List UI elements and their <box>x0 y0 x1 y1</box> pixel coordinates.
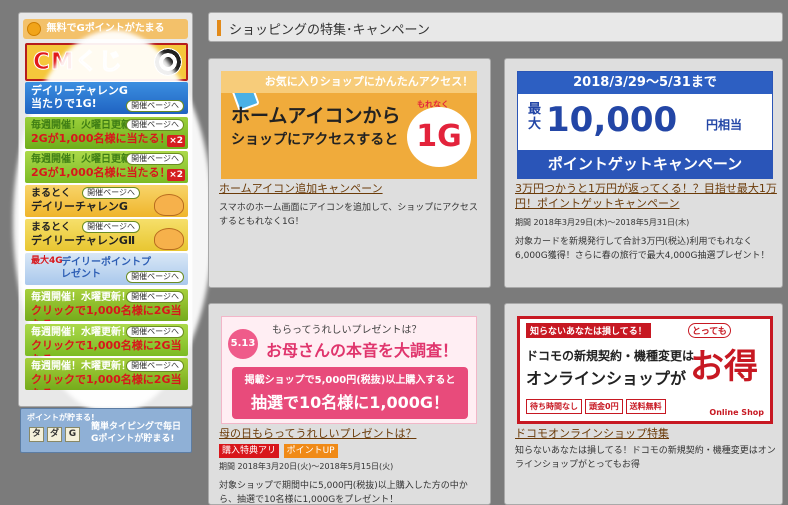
campaign-link[interactable]: ホームアイコン追加キャンペーン <box>219 181 481 196</box>
banner-campaign: ポイントゲットキャンペーン <box>518 150 772 178</box>
chip-free-shipping: 送料無料 <box>625 399 666 414</box>
campaign-card-home-icon: お気に入りショップにかんたんアクセス！ ホームアイコンから ショップにアクセスす… <box>208 58 491 288</box>
event-page-link[interactable]: 開催ページへ <box>126 326 184 338</box>
sidebar-item-tuesday-2g[interactable]: 毎週開催！火曜日更新 2Gが1,000名様に当たる！ 開催ページへ ×2 <box>25 117 188 149</box>
item-line2: デイリーチャレンGⅡ <box>31 234 136 247</box>
tag-purchase-bonus: 購入特典アリ <box>219 444 280 458</box>
item-line2: 2Gが1,000名様に当たる！ <box>31 132 171 145</box>
item-line1: 毎週開催！火曜日更新 <box>31 120 131 131</box>
campaign-tags: 購入特典アリ ポイントUP <box>219 444 481 458</box>
mascot-icon <box>154 228 184 250</box>
campaign-link[interactable]: ドコモオンラインショップ特集 <box>515 426 777 441</box>
campaign-period: 期間 2018年3月20日(火)〜2018年5月15日(火) <box>219 462 394 471</box>
docomo-banner[interactable]: 知らないあなたは損してる！ とっても ドコモの新規契約・機種変更は オンラインシ… <box>517 316 773 424</box>
banner-date: 5.13 <box>228 329 258 359</box>
tag-point-up: ポイントUP <box>283 444 338 458</box>
sidebar-item-marutoku[interactable]: まるとく デイリーチャレンG 開催ページへ <box>25 185 188 217</box>
event-page-link[interactable]: 開催ページへ <box>126 271 184 283</box>
point-get-banner[interactable]: 2018/3/29〜5/31まで 最大 10,000 円相当 ポイントゲットキャ… <box>517 71 773 179</box>
banner-online-shop-logo: Online Shop <box>709 408 764 417</box>
event-page-link[interactable]: 開催ページへ <box>82 187 140 199</box>
accent-bar <box>217 20 221 36</box>
banner-headline: お母さんの本音を大調査！ <box>266 341 459 360</box>
sidebar-item-wednesday-a[interactable]: 毎週開催！水曜更新！ クリックで1,000名様に2G当たる 開催ページへ <box>25 289 188 321</box>
item-line1: 毎週開催！水曜更新！ <box>31 292 131 303</box>
event-page-link[interactable]: 開催ページへ <box>126 360 184 372</box>
key-g: G <box>65 427 80 442</box>
banner-amount: 10,000 <box>546 100 678 140</box>
campaign-link[interactable]: 3万円つかうと1万円が返ってくる！？目指せ最大1万円！ポイントゲットキャンペーン <box>515 181 777 211</box>
typing-keys: タ ダ G <box>29 427 80 442</box>
typing-top-label: ポイントが貯まる! <box>27 413 95 422</box>
key-da: ダ <box>47 427 62 442</box>
banner-main-line2: ショップにアクセスすると <box>231 132 399 148</box>
campaign-desc: 知らないあなたは損してる！ドコモの新規契約・機種変更はオンラインショップがとって… <box>515 446 776 470</box>
banner-main-line1: ホームアイコンから <box>231 105 401 127</box>
banner-max: 最大 <box>528 102 542 132</box>
section-title: ショッピングの特集･キャンペーン <box>229 23 430 38</box>
typing-text: 簡単タイピングで毎日Gポイントが貯まる! <box>91 422 182 444</box>
coin-icon <box>27 22 41 36</box>
banner-condition: 掲載ショップで5,000円(税抜)以上購入すると <box>244 375 456 386</box>
banner-tottemo: とっても <box>688 323 731 338</box>
banner-tagline: 知らないあなたは損してる！ <box>526 323 651 338</box>
section-header: ショッピングの特集･キャンペーン <box>208 12 783 42</box>
campaign-desc: 対象ショップで期間中に5,000円(税抜)以上購入した方の中から、抽選で10名様… <box>219 481 468 505</box>
item-line2: 当たりで1G! <box>31 97 97 110</box>
campaign-link[interactable]: 母の日もらってうれしいプレゼントは？ <box>219 426 481 441</box>
item-line2: 2Gが1,000名様に当たる！ <box>31 166 171 179</box>
banner-unit: 円相当 <box>706 118 743 132</box>
home-icon-banner[interactable]: お気に入りショップにかんたんアクセス！ ホームアイコンから ショップにアクセスす… <box>221 71 477 179</box>
sidebar-item-marutoku-2[interactable]: まるとく デイリーチャレンGⅡ 開催ページへ <box>25 219 188 251</box>
campaign-card-point-get: 2018/3/29〜5/31まで 最大 10,000 円相当 ポイントゲットキャ… <box>504 58 783 288</box>
campaign-period: 期間 2018年3月29日(木)〜2018年5月31日(木) <box>515 218 690 227</box>
banner-line1: ドコモの新規契約・機種変更は <box>526 349 695 363</box>
sidebar-item-daily-point[interactable]: 最大4G デイリーポイントプレゼント 開催ページへ <box>25 253 188 285</box>
banner-amount-area: 最大 10,000 円相当 <box>528 98 764 146</box>
banner-topline: お気に入りショップにかんたんアクセス！ <box>221 71 477 93</box>
item-line1: 毎週開催！木曜更新！ <box>31 361 131 372</box>
mascot-icon <box>154 194 184 216</box>
event-page-link[interactable]: 開催ページへ <box>82 221 140 233</box>
item-line2: クリックで1,000名様に2G当たる <box>31 304 182 321</box>
chip-zero-down: 頭金0円 <box>585 399 623 414</box>
banner-1g: 1G <box>407 107 471 167</box>
typing-banner[interactable]: ポイントが貯まる! タ ダ G 簡単タイピングで毎日Gポイントが貯まる! <box>20 408 192 453</box>
item-line1: 毎週開催！火曜日更新 <box>31 154 131 165</box>
sidebar-item-wednesday-b[interactable]: 毎週開催！水曜更新！ クリックで1,000名様に2G当たる 開催ページへ <box>25 324 188 356</box>
item-line2: クリックで1,000名様に2G当たる <box>31 339 182 356</box>
banner-prize: 抽選で10名様に1,000G！ <box>250 393 449 412</box>
campaign-desc: スマホのホーム画面にアイコンを追加して、ショップにアクセスするともれなく1G！ <box>219 203 478 227</box>
banner-prize-box: 掲載ショップで5,000円(税抜)以上購入すると 抽選で10名様に1,000G！ <box>232 367 468 419</box>
campaign-desc: 対象カードを新規発行して合計3万円(税込)利用でもれなく6,000G獲得！さらに… <box>515 237 770 261</box>
sidebar-item-tuesday-2g-b[interactable]: 毎週開催！火曜日更新 2Gが1,000名様に当たる！ 開催ページへ ×2 <box>25 151 188 183</box>
key-ta: タ <box>29 427 44 442</box>
banner-date: 2018/3/29〜5/31まで <box>518 72 772 94</box>
item-line1: デイリーチャレンG <box>31 84 128 97</box>
sidebar-item-daily-challeng[interactable]: デイリーチャレンG 当たりで1G! 開催ページへ <box>25 82 188 114</box>
item-line2: デイリーチャレンG <box>31 200 128 213</box>
event-page-link[interactable]: 開催ページへ <box>126 291 184 303</box>
item-line1: まるとく <box>31 188 71 199</box>
item-line1: 最大4G <box>31 256 63 266</box>
event-page-link[interactable]: 開催ページへ <box>126 119 184 131</box>
chip-no-wait: 待ち時間なし <box>526 399 582 414</box>
item-line2: クリックで1,000名様に2G当たる <box>31 373 182 390</box>
banner-otoku: お得 <box>690 347 758 387</box>
banner-line2: オンラインショップが <box>526 369 687 388</box>
banner-chips: 待ち時間なし 頭金0円 送料無料 <box>526 399 666 414</box>
double-badge: ×2 <box>167 135 185 147</box>
campaign-card-mothers-day: 5.13 もらってうれしいプレゼントは？ お母さんの本音を大調査！ 掲載ショップ… <box>208 303 491 505</box>
mothers-day-banner[interactable]: 5.13 もらってうれしいプレゼントは？ お母さんの本音を大調査！ 掲載ショップ… <box>221 316 477 424</box>
event-page-link[interactable]: 開催ページへ <box>126 100 184 112</box>
banner-question: もらってうれしいプレゼントは？ <box>272 325 422 336</box>
event-page-link[interactable]: 開催ページへ <box>126 153 184 165</box>
item-line1: まるとく <box>31 222 71 233</box>
sidebar-item-thursday[interactable]: 毎週開催！木曜更新！ クリックで1,000名様に2G当たる 開催ページへ <box>25 358 188 390</box>
campaign-card-docomo: 知らないあなたは損してる！ とっても ドコモの新規契約・機種変更は オンラインシ… <box>504 303 783 505</box>
item-line1: 毎週開催！水曜更新！ <box>31 327 131 338</box>
double-badge: ×2 <box>167 169 185 181</box>
